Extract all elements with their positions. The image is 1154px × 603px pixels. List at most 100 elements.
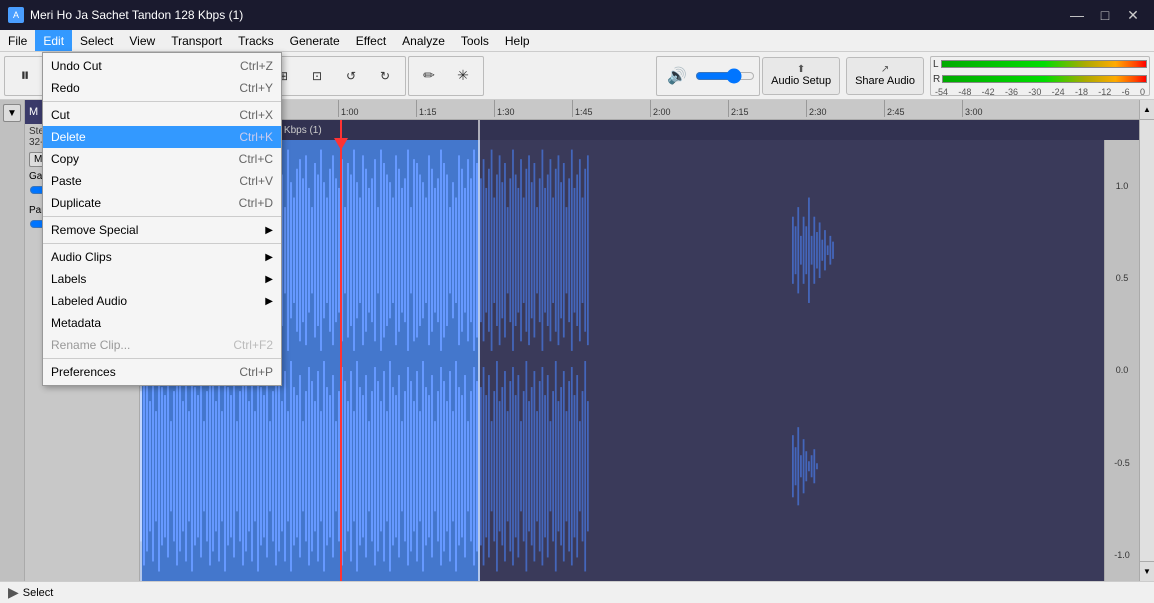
share-label: Share Audio: [855, 75, 915, 87]
titlebar: A Meri Ho Ja Sachet Tandon 128 Kbps (1) …: [0, 0, 1154, 30]
waveform-right-bottom: [480, 351, 1104, 582]
menu-audio-clips[interactable]: Audio Clips ▶: [43, 246, 281, 268]
delete-shortcut: Ctrl+K: [239, 130, 273, 144]
undo-cut-shortcut: Ctrl+Z: [240, 59, 273, 73]
preferences-shortcut: Ctrl+P: [239, 365, 273, 379]
menu-copy[interactable]: Copy Ctrl+C: [43, 148, 281, 170]
edit-dropdown-menu: Undo Cut Ctrl+Z Redo Ctrl+Y Cut Ctrl+X D…: [42, 52, 282, 386]
maximize-button[interactable]: □: [1092, 5, 1118, 25]
zoom-fwd-button[interactable]: ↻: [369, 60, 401, 92]
labels-arrow: ▶: [265, 274, 273, 285]
menu-generate[interactable]: Generate: [282, 30, 348, 51]
scroll-up-btn[interactable]: ▲: [1140, 100, 1154, 120]
audio-setup-button[interactable]: ⬆ Audio Setup: [762, 57, 840, 95]
titlebar-controls: — □ ✕: [1064, 5, 1146, 25]
volume-slider[interactable]: [695, 68, 755, 84]
select-tool-status: ▶ Select: [8, 584, 53, 601]
ruler-1:45: 1:45: [572, 100, 593, 117]
playhead-arrow: [334, 138, 348, 150]
menu-redo[interactable]: Redo Ctrl+Y: [43, 77, 281, 99]
remove-special-label: Remove Special: [51, 223, 261, 237]
menu-undo-cut[interactable]: Undo Cut Ctrl+Z: [43, 55, 281, 77]
volume-group: 🔊: [656, 56, 760, 96]
zoom-sel-button[interactable]: ⊡: [301, 60, 333, 92]
preferences-label: Preferences: [51, 365, 219, 379]
menu-analyze[interactable]: Analyze: [394, 30, 453, 51]
menu-select[interactable]: Select: [72, 30, 121, 51]
menu-view[interactable]: View: [121, 30, 163, 51]
playhead: [340, 120, 342, 581]
timeline-area: 0:30 0:45 1:00 1:15 1:30 1:45 2:00 2:15 …: [140, 100, 1139, 581]
y-label-1: 1.0: [1116, 181, 1129, 191]
menu-preferences[interactable]: Preferences Ctrl+P: [43, 361, 281, 383]
zoom-back-button[interactable]: ↺: [335, 60, 367, 92]
y-label-half: 0.5: [1116, 273, 1129, 283]
pause-button[interactable]: ⏸: [9, 60, 41, 92]
copy-shortcut: Ctrl+C: [239, 152, 273, 166]
scroll-track[interactable]: [1140, 120, 1154, 561]
audio-clips-label: Audio Clips: [51, 250, 261, 264]
metadata-label: Metadata: [51, 316, 273, 330]
menu-rename-clip[interactable]: Rename Clip... Ctrl+F2: [43, 334, 281, 356]
rename-clip-shortcut: Ctrl+F2: [233, 338, 273, 352]
scroll-down-btn[interactable]: ▼: [1140, 561, 1154, 581]
menu-effect[interactable]: Effect: [348, 30, 394, 51]
timeline-ruler: 0:30 0:45 1:00 1:15 1:30 1:45 2:00 2:15 …: [140, 100, 1139, 120]
paste-label: Paste: [51, 174, 219, 188]
remove-special-arrow: ▶: [265, 225, 273, 236]
minimize-button[interactable]: —: [1064, 5, 1090, 25]
cut-label: Cut: [51, 108, 219, 122]
menu-file[interactable]: File: [0, 30, 35, 51]
separator-2: [43, 216, 281, 217]
menu-remove-special[interactable]: Remove Special ▶: [43, 219, 281, 241]
y-label-nhalf: -0.5: [1114, 458, 1130, 468]
audio-clips-arrow: ▶: [265, 252, 273, 263]
waveform-track-title: Meri Ho Ja Sachet Tandon 128 Kbps (1): [140, 120, 1139, 140]
menu-paste[interactable]: Paste Ctrl+V: [43, 170, 281, 192]
ruler-2:15: 2:15: [728, 100, 749, 117]
cut-shortcut: Ctrl+X: [239, 108, 273, 122]
ruler-3:00: 3:00: [962, 100, 983, 117]
draw-group: ✏ ✳: [408, 56, 484, 96]
titlebar-left: A Meri Ho Ja Sachet Tandon 128 Kbps (1): [8, 7, 243, 23]
menu-edit[interactable]: Edit: [35, 30, 72, 51]
duplicate-shortcut: Ctrl+D: [239, 196, 273, 210]
labels-label: Labels: [51, 272, 261, 286]
collapse-button[interactable]: ▼: [3, 104, 21, 122]
menu-cut[interactable]: Cut Ctrl+X: [43, 104, 281, 126]
ruler-2:00: 2:00: [650, 100, 671, 117]
menu-labeled-audio[interactable]: Labeled Audio ▶: [43, 290, 281, 312]
ruler-2:30: 2:30: [806, 100, 827, 117]
menu-duplicate[interactable]: Duplicate Ctrl+D: [43, 192, 281, 214]
track-name-short: M: [29, 106, 38, 118]
menu-metadata[interactable]: Metadata: [43, 312, 281, 334]
delete-label: Delete: [51, 130, 219, 144]
menu-help[interactable]: Help: [497, 30, 538, 51]
close-button[interactable]: ✕: [1120, 5, 1146, 25]
menu-transport[interactable]: Transport: [163, 30, 230, 51]
multi-button[interactable]: ✳: [447, 60, 479, 92]
meter-group: L R -54-48-42-36-30-24-18-12-60: [930, 56, 1150, 96]
labeled-audio-label: Labeled Audio: [51, 294, 261, 308]
menu-tracks[interactable]: Tracks: [230, 30, 282, 51]
ruler-1:30: 1:30: [494, 100, 515, 117]
app-icon: A: [8, 7, 24, 23]
y-label-zero: 0.0: [1116, 365, 1129, 375]
ruler-2:45: 2:45: [884, 100, 905, 117]
statusbar: ▶ Select: [0, 581, 1154, 603]
menu-tools[interactable]: Tools: [453, 30, 497, 51]
waveform-right-top: [480, 140, 1104, 361]
share-audio-button[interactable]: ↗ Share Audio: [846, 57, 924, 95]
meter-L-label: L: [933, 59, 939, 70]
menu-delete[interactable]: Delete Ctrl+K: [43, 126, 281, 148]
selection-end-line: [478, 120, 480, 581]
ruler-1:15: 1:15: [416, 100, 437, 117]
waveform-svg-right-bottom: [480, 351, 1104, 582]
volume-icon[interactable]: 🔊: [661, 60, 693, 92]
copy-label: Copy: [51, 152, 219, 166]
y-axis-labels: 1.0 0.5 0.0 -0.5 -1.0: [1104, 140, 1139, 581]
left-panel: ▼: [0, 100, 25, 581]
draw-button[interactable]: ✏: [413, 60, 445, 92]
menu-labels[interactable]: Labels ▶: [43, 268, 281, 290]
vertical-scrollbar[interactable]: ▲ ▼: [1139, 100, 1154, 581]
